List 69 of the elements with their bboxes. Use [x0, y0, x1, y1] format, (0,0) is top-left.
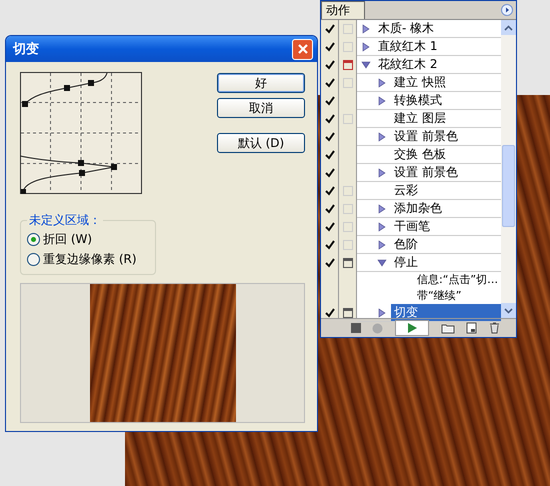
checkmark-icon[interactable]	[324, 60, 334, 70]
cancel-button[interactable]: 取消	[217, 98, 305, 118]
action-item[interactable]: 切变	[391, 304, 501, 321]
scroll-up-button[interactable]	[501, 20, 516, 35]
checkmark-icon[interactable]	[324, 114, 334, 124]
dialog-toggle-icon[interactable]	[342, 258, 352, 268]
checkmark-icon[interactable]	[324, 258, 334, 268]
close-button[interactable]	[292, 38, 313, 60]
group-title: 未定义区域：	[28, 212, 102, 229]
radio-option[interactable]: 重复边缘像素 (R)	[27, 251, 149, 268]
radio-option[interactable]: 折回 (W)	[27, 231, 149, 248]
close-icon	[296, 43, 308, 55]
action-item[interactable]: 花紋红木 2	[375, 56, 501, 73]
chevron-down-icon	[504, 308, 513, 314]
checkmark-icon[interactable]	[324, 308, 334, 318]
action-item[interactable]: 云彩	[391, 182, 501, 199]
checkmark-icon[interactable]	[324, 78, 334, 88]
dialog-toggle-icon[interactable]	[342, 308, 352, 318]
message-text: 信息:“点击”切…	[417, 272, 498, 288]
disclosure-triangle-icon[interactable]	[377, 308, 387, 318]
checkmark-icon[interactable]	[324, 240, 334, 250]
checkmark-icon[interactable]	[324, 132, 334, 142]
disclosure-triangle-icon[interactable]	[377, 222, 387, 232]
action-item[interactable]: 添加杂色	[391, 200, 501, 217]
disclosure-triangle-icon[interactable]	[377, 96, 387, 106]
action-item[interactable]: 交换 色板	[391, 146, 501, 163]
checkmark-icon[interactable]	[324, 204, 334, 214]
disclosure-triangle-icon[interactable]	[377, 204, 387, 214]
default-button[interactable]: 默认 (D)	[217, 133, 305, 153]
checkmark-icon[interactable]	[324, 150, 334, 160]
action-item[interactable]: 建立 图层	[391, 110, 501, 127]
action-item[interactable]: 停止	[391, 254, 501, 271]
scroll-down-button[interactable]	[501, 303, 516, 318]
checkmark-icon[interactable]	[324, 24, 334, 34]
checkmark-icon[interactable]	[324, 222, 334, 232]
checkmark-icon[interactable]	[324, 42, 334, 52]
action-item[interactable]: 转换模式	[391, 92, 501, 109]
window-title: 切变	[13, 40, 39, 58]
disclosure-triangle-icon[interactable]	[377, 258, 387, 268]
chevron-up-icon	[504, 24, 513, 30]
action-item[interactable]: 建立 快照	[391, 74, 501, 91]
panel-tab[interactable]: 动作	[321, 1, 365, 19]
disclosure-triangle-icon[interactable]	[361, 60, 371, 70]
action-item[interactable]: 直紋红木 1	[375, 38, 501, 55]
new-item-icon[interactable]	[466, 322, 478, 334]
play-button[interactable]	[395, 320, 430, 336]
action-item[interactable]: 设置 前景色	[391, 128, 501, 145]
action-item[interactable]: 色阶	[391, 236, 501, 253]
trash-icon[interactable]	[489, 322, 500, 334]
checkmark-icon[interactable]	[324, 96, 334, 106]
dialog-toggle-icon[interactable]	[342, 60, 352, 70]
action-item[interactable]: 干画笔	[391, 218, 501, 235]
curve-graph-drawing[interactable]	[20, 72, 142, 194]
ok-button[interactable]: 好	[217, 73, 305, 93]
disclosure-triangle-icon[interactable]	[377, 168, 387, 178]
message-text: 带“继续”	[417, 288, 462, 304]
disclosure-triangle-icon[interactable]	[377, 132, 387, 142]
disclosure-triangle-icon[interactable]	[377, 78, 387, 88]
disclosure-triangle-icon[interactable]	[361, 24, 371, 34]
stop-icon[interactable]	[350, 323, 361, 333]
action-item[interactable]: 木质- 橡木	[375, 20, 501, 37]
checkmark-icon[interactable]	[324, 168, 334, 178]
scroll-thumb[interactable]	[502, 145, 515, 227]
disclosure-triangle-icon[interactable]	[361, 42, 371, 52]
disclosure-triangle-icon[interactable]	[377, 240, 387, 250]
panel-menu-icon[interactable]	[501, 4, 513, 16]
action-item[interactable]: 设置 前景色	[391, 164, 501, 181]
scrollbar[interactable]	[501, 20, 516, 318]
checkmark-icon[interactable]	[324, 186, 334, 196]
